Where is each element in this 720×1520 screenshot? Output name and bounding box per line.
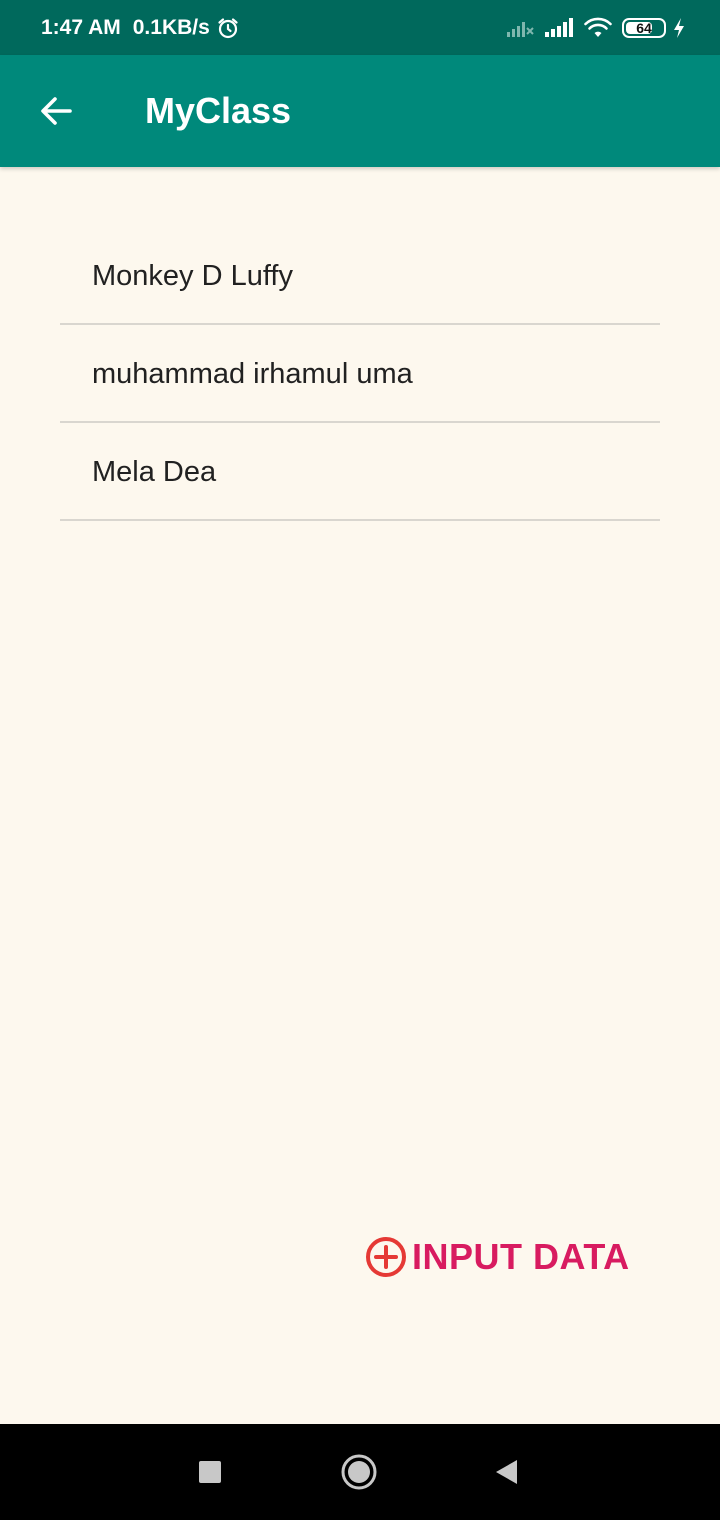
signal-off-icon [506, 17, 534, 39]
input-data-label: INPUT DATA [412, 1236, 630, 1277]
battery-icon: 64 [622, 17, 666, 38]
add-circle-icon [364, 1235, 408, 1279]
recents-button[interactable] [186, 1448, 234, 1496]
wifi-icon [584, 17, 612, 39]
back-button[interactable] [28, 83, 84, 139]
app-bar: MyClass [0, 55, 720, 167]
navigation-bar [0, 1424, 720, 1520]
list-item-label: muhammad irhamul uma [92, 358, 413, 390]
charging-icon [672, 17, 686, 39]
home-button[interactable] [335, 1448, 383, 1496]
input-data-button[interactable]: INPUT DATA [364, 1232, 630, 1282]
battery-percent: 64 [636, 19, 652, 36]
status-left: 1:47 AM 0.1KB/s [41, 0, 240, 55]
circle-home-icon [340, 1453, 378, 1491]
list-item[interactable]: muhammad irhamul uma [60, 325, 660, 423]
network-speed: 0.1KB/s [132, 15, 210, 39]
list-item-label: Mela Dea [92, 456, 217, 488]
alarm-icon [216, 16, 240, 40]
status-bar: 1:47 AM 0.1KB/s 64 [0, 0, 720, 55]
triangle-back-icon [493, 1458, 519, 1486]
square-recents-icon [198, 1460, 222, 1484]
signal-icon [544, 17, 574, 39]
list-item-label: Monkey D Luffy [92, 260, 293, 292]
student-list: Monkey D Luffy muhammad irhamul uma Mela… [60, 228, 660, 521]
status-time: 1:47 AM [41, 15, 121, 39]
list-item[interactable]: Mela Dea [60, 423, 660, 521]
page-title: MyClass [145, 90, 292, 131]
back-nav-button[interactable] [482, 1448, 530, 1496]
status-right: 64 [506, 0, 686, 55]
arrow-left-icon [38, 93, 74, 129]
list-item[interactable]: Monkey D Luffy [60, 228, 660, 325]
